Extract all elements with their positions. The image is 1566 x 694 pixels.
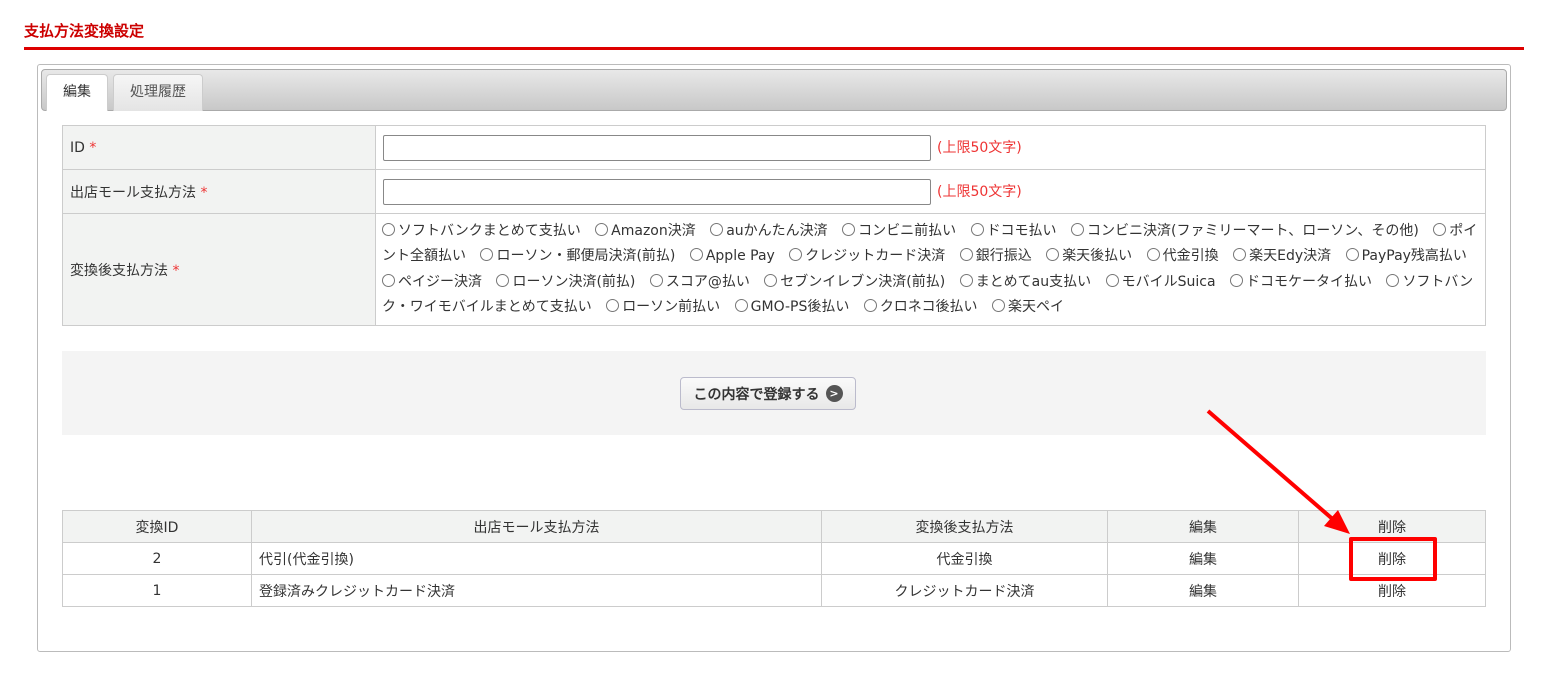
annotation-arrow-icon: [1206, 409, 1350, 534]
